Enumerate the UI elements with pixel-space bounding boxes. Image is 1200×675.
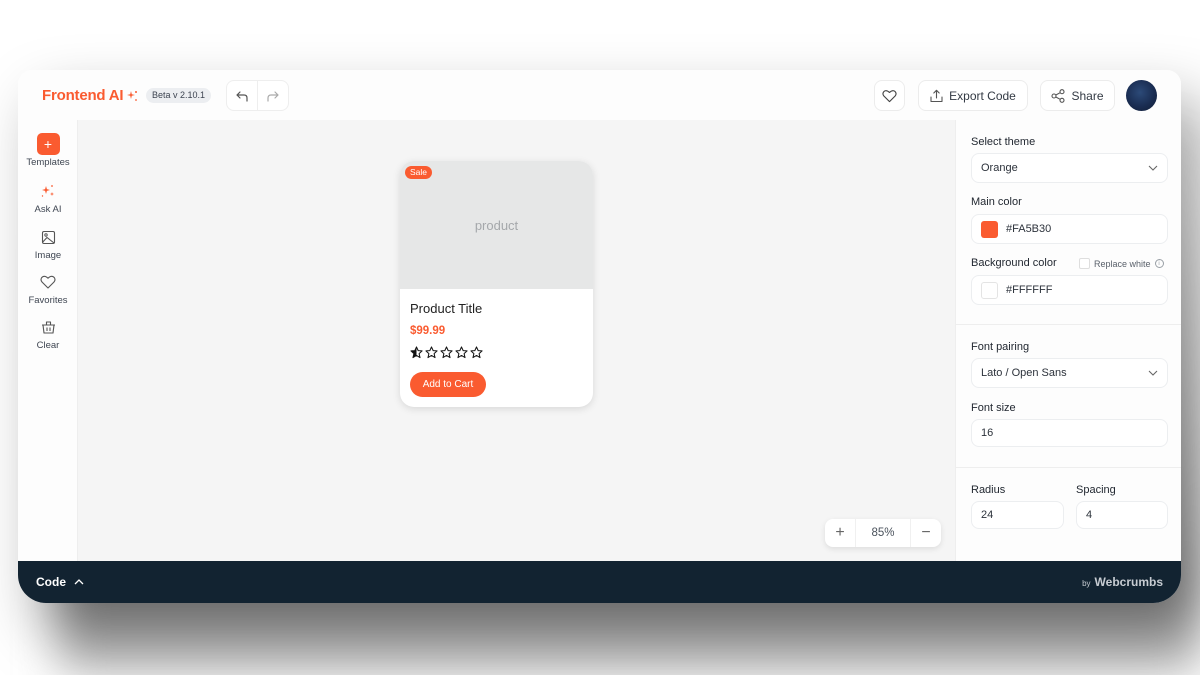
- add-to-cart-button[interactable]: Add to Cart: [410, 372, 486, 397]
- plus-icon: +: [36, 133, 60, 155]
- code-label: Code: [36, 575, 66, 589]
- heart-icon: [40, 275, 56, 289]
- chevron-down-icon: [1148, 165, 1158, 171]
- code-toggle-button[interactable]: Code: [36, 575, 84, 589]
- brand-by: by: [1082, 579, 1091, 588]
- share-icon: [1051, 88, 1066, 103]
- sidebar-item-label: Ask AI: [34, 204, 62, 215]
- main-color-input[interactable]: #FA5B30: [971, 214, 1168, 244]
- top-header: Frontend AI Beta v 2.10.1 Export Code Sh…: [18, 70, 1181, 120]
- panel-divider: [956, 467, 1181, 468]
- product-title: Product Title: [410, 301, 483, 316]
- spacing-input[interactable]: 4: [1076, 501, 1168, 529]
- star-rating: [410, 346, 483, 359]
- sidebar-item-label: Clear: [36, 340, 60, 351]
- info-icon[interactable]: i: [1154, 259, 1164, 268]
- radius-input[interactable]: 24: [971, 501, 1064, 529]
- panel-divider: [956, 324, 1181, 325]
- chevron-down-icon: [1148, 370, 1158, 376]
- share-label: Share: [1071, 88, 1104, 103]
- sparkles-icon: [127, 90, 138, 101]
- sparkles-icon: [41, 185, 54, 197]
- star-empty-icon: [425, 346, 438, 359]
- heart-icon: [882, 89, 897, 102]
- theme-value: Orange: [981, 162, 1018, 174]
- share-button[interactable]: Share: [1040, 80, 1115, 111]
- star-empty-icon: [455, 346, 468, 359]
- version-badge: Beta v 2.10.1: [146, 88, 212, 103]
- zoom-in-button[interactable]: +: [825, 519, 855, 547]
- code-bar: Code by Webcrumbs: [18, 561, 1181, 603]
- background-color-label: Background color: [971, 257, 1057, 269]
- product-price: $99.99: [410, 325, 446, 337]
- brand-name: Webcrumbs: [1094, 575, 1163, 589]
- background-color-value: #FFFFFF: [1006, 284, 1053, 296]
- theme-select[interactable]: Orange: [971, 153, 1168, 183]
- replace-white-checkbox[interactable]: [1079, 258, 1090, 269]
- sidebar-item-label: Image: [34, 250, 62, 261]
- replace-white-option: Replace white i: [1079, 258, 1164, 269]
- sidebar-item-label: Templates: [26, 157, 70, 168]
- user-avatar[interactable]: [1126, 80, 1157, 111]
- export-code-button[interactable]: Export Code: [918, 80, 1028, 111]
- main-color-swatch[interactable]: [981, 220, 998, 238]
- zoom-level: 85%: [855, 519, 911, 547]
- font-size-value: 16: [981, 427, 994, 439]
- star-empty-icon: [470, 346, 483, 359]
- star-half-icon: [410, 346, 423, 359]
- brand-credit[interactable]: by Webcrumbs: [1082, 575, 1163, 589]
- favorite-button[interactable]: [874, 80, 905, 111]
- main-color-value: #FA5B30: [1006, 223, 1052, 235]
- sidebar-item-ask-ai[interactable]: Ask AI: [18, 180, 78, 215]
- sale-badge: Sale: [405, 166, 433, 179]
- sidebar-item-clear[interactable]: Clear: [18, 316, 78, 351]
- chevron-up-icon: [74, 579, 84, 585]
- main-color-label: Main color: [971, 196, 1022, 208]
- font-size-input[interactable]: 16: [971, 419, 1168, 447]
- sidebar-item-templates[interactable]: + Templates: [18, 133, 78, 168]
- sidebar-item-favorites[interactable]: Favorites: [18, 271, 78, 306]
- font-pairing-label: Font pairing: [971, 341, 1030, 353]
- radius-label: Radius: [971, 484, 1006, 496]
- font-size-label: Font size: [971, 402, 1016, 414]
- app-window: Frontend AI Beta v 2.10.1 Export Code Sh…: [18, 70, 1181, 603]
- star-empty-icon: [440, 346, 453, 359]
- trash-icon: [41, 321, 55, 334]
- redo-arrow-icon: [267, 90, 279, 102]
- zoom-control: + 85% −: [825, 519, 941, 547]
- upload-icon: [930, 89, 943, 102]
- spacing-value: 4: [1086, 509, 1093, 521]
- product-image-placeholder: product: [400, 161, 593, 289]
- settings-panel: Select theme Orange Main color #FA5B30 B…: [955, 120, 1181, 561]
- theme-label: Select theme: [971, 136, 1036, 148]
- sidebar-item-label: Favorites: [28, 295, 68, 306]
- history-controls: [226, 80, 289, 111]
- sidebar-item-image[interactable]: Image: [18, 226, 78, 261]
- undo-arrow-icon: [236, 90, 248, 102]
- app-name: Frontend AI: [42, 87, 124, 104]
- export-code-label: Export Code: [949, 88, 1016, 103]
- image-icon: [41, 230, 55, 244]
- zoom-out-button[interactable]: −: [911, 519, 941, 547]
- replace-white-label: Replace white: [1094, 258, 1151, 269]
- spacing-label: Spacing: [1076, 484, 1116, 496]
- redo-button[interactable]: [257, 81, 288, 110]
- background-color-swatch[interactable]: [981, 281, 998, 299]
- radius-value: 24: [981, 509, 994, 521]
- undo-button[interactable]: [227, 81, 257, 110]
- background-color-input[interactable]: #FFFFFF: [971, 275, 1168, 305]
- left-sidebar: + Templates Ask AI Image Favorites Clear: [18, 120, 78, 561]
- design-canvas[interactable]: product Sale Product Title $99.99 Add to…: [78, 120, 955, 561]
- font-pairing-select[interactable]: Lato / Open Sans: [971, 358, 1168, 388]
- app-logo: Frontend AI: [42, 87, 138, 104]
- product-image-text: product: [474, 217, 519, 233]
- font-pairing-value: Lato / Open Sans: [981, 367, 1067, 379]
- product-card[interactable]: product Sale Product Title $99.99 Add to…: [400, 161, 593, 407]
